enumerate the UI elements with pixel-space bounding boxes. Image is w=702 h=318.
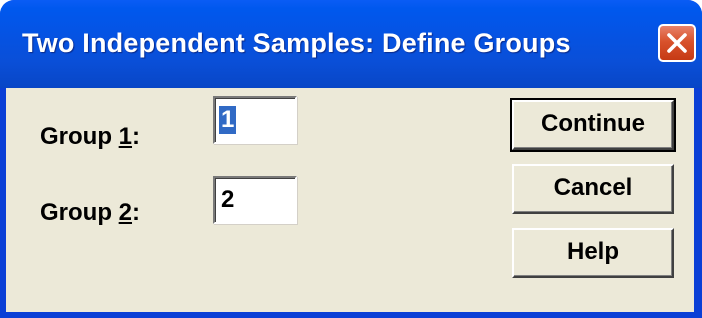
cancel-button[interactable]: Cancel	[512, 164, 674, 214]
group2-label: Group 2:	[40, 199, 141, 226]
dialog-body: Group 1: 1 Group 2: 2 Continue Cancel He…	[6, 88, 694, 312]
group1-input[interactable]: 1	[213, 96, 297, 144]
continue-button[interactable]: Continue	[510, 98, 676, 152]
title-bar[interactable]: Two Independent Samples: Define Groups	[0, 0, 702, 88]
dialog-window: Two Independent Samples: Define Groups G…	[0, 0, 702, 318]
group1-value: 1	[219, 106, 237, 134]
group1-label: Group 1:	[40, 123, 141, 150]
group2-value: 2	[221, 186, 235, 213]
close-icon	[667, 33, 687, 53]
group2-input[interactable]: 2	[213, 176, 297, 224]
window-title: Two Independent Samples: Define Groups	[22, 28, 571, 58]
help-button[interactable]: Help	[512, 228, 674, 278]
close-button[interactable]	[658, 24, 696, 62]
